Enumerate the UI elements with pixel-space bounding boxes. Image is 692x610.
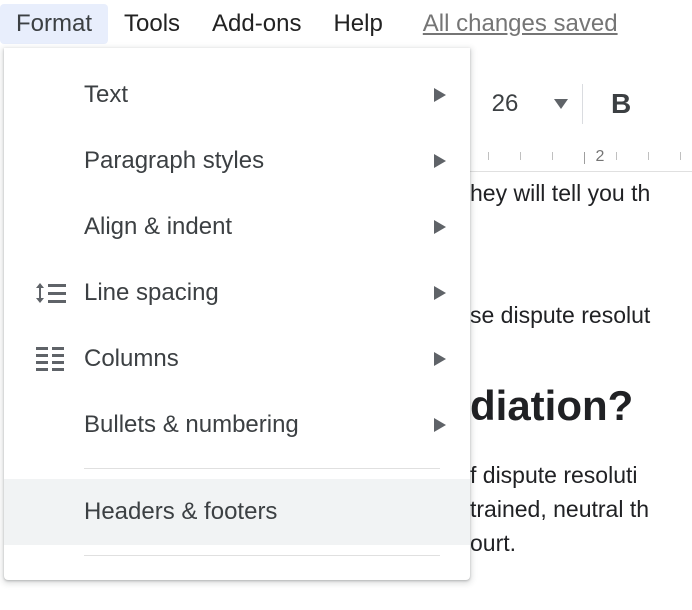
menu-tools[interactable]: Tools (108, 4, 196, 44)
columns-icon (36, 347, 84, 371)
chevron-right-icon (434, 352, 446, 366)
menuitem-align-indent[interactable]: Align & indent (4, 194, 470, 260)
menuitem-paragraph-styles[interactable]: Paragraph styles (4, 128, 470, 194)
menuitem-label: Line spacing (84, 279, 434, 307)
chevron-right-icon (434, 154, 446, 168)
menuitem-text[interactable]: Text (4, 62, 470, 128)
ruler-number: 2 (596, 148, 605, 166)
menu-format[interactable]: Format (0, 4, 108, 44)
save-status[interactable]: All changes saved (423, 10, 618, 38)
menuitem-headers-footers[interactable]: Headers & footers (4, 479, 470, 545)
bold-button[interactable]: B (597, 88, 645, 120)
chevron-right-icon (434, 220, 446, 234)
doc-text: hey will tell you th (470, 176, 692, 210)
doc-text: se dispute resolut (470, 298, 692, 332)
menubar: Format Tools Add-ons Help All changes sa… (0, 0, 692, 48)
format-dropdown: Text Paragraph styles Align & indent Lin (4, 48, 470, 580)
chevron-right-icon (434, 88, 446, 102)
menu-separator (84, 555, 440, 556)
menuitem-label: Align & indent (84, 213, 434, 241)
menuitem-label: Headers & footers (84, 498, 446, 526)
menuitem-bullets-numbering[interactable]: Bullets & numbering (4, 392, 470, 458)
doc-text: f dispute resoluti (470, 458, 692, 492)
toolbar-separator (582, 84, 583, 124)
doc-text: ourt. (470, 526, 692, 560)
menuitem-label: Columns (84, 345, 434, 373)
font-size-input[interactable]: 26 (470, 90, 540, 118)
ruler[interactable]: 2 (470, 146, 692, 172)
line-spacing-icon (36, 280, 84, 306)
menu-help[interactable]: Help (317, 4, 398, 44)
font-size-dropdown-icon[interactable] (554, 99, 568, 109)
menuitem-label: Text (84, 81, 434, 109)
document-body[interactable]: hey will tell you th se dispute resolut … (470, 176, 692, 560)
menuitem-columns[interactable]: Columns (4, 326, 470, 392)
menuitem-label: Bullets & numbering (84, 411, 434, 439)
menu-addons[interactable]: Add-ons (196, 4, 317, 44)
chevron-right-icon (434, 418, 446, 432)
chevron-right-icon (434, 286, 446, 300)
doc-heading: diation? (470, 382, 692, 430)
doc-text: trained, neutral th (470, 492, 692, 526)
menuitem-line-spacing[interactable]: Line spacing (4, 260, 470, 326)
menuitem-label: Paragraph styles (84, 147, 434, 175)
toolbar: 26 B (470, 74, 692, 134)
menu-separator (84, 468, 440, 469)
